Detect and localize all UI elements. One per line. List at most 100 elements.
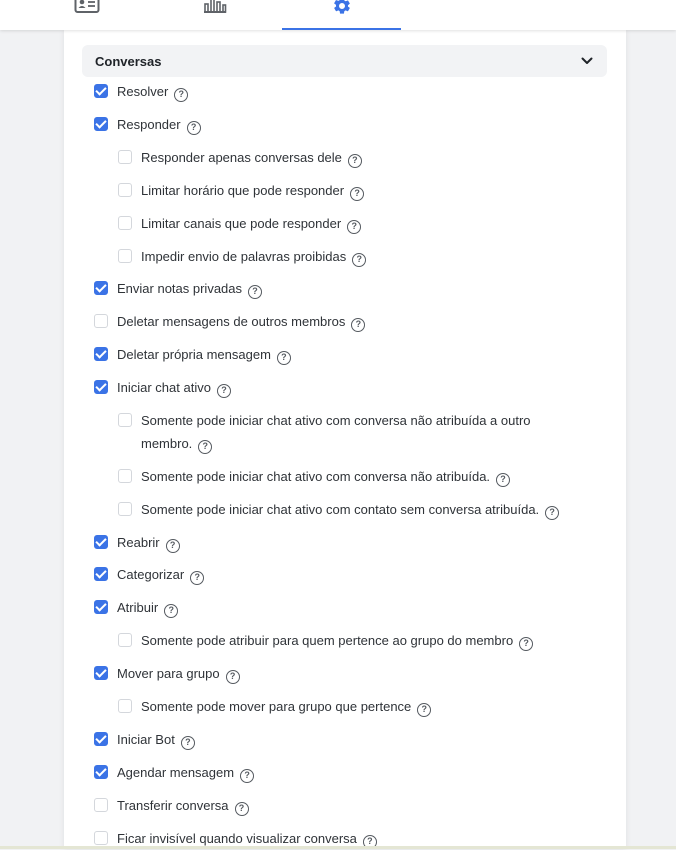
permission-row[interactable]: Deletar própria mensagem? [94,343,291,366]
help-icon[interactable]: ? [180,735,195,750]
permission-label-wrap: Limitar canais que pode responder? [141,212,362,235]
help-icon[interactable]: ? [225,669,240,684]
permission-checkbox[interactable] [94,84,108,98]
help-icon[interactable]: ? [417,702,432,717]
permission-checkbox[interactable] [118,633,132,647]
chevron-down-icon[interactable] [581,57,593,65]
permission-checkbox[interactable] [94,666,108,680]
settings-panel: Conversas Resolver? Responder? Responder a… [64,30,626,849]
permission-checkbox[interactable] [118,150,132,164]
permission-row[interactable]: Somente pode iniciar chat ativo com conv… [118,409,538,455]
help-icon[interactable]: ? [164,603,179,618]
help-icon[interactable]: ? [248,284,263,299]
permission-label-wrap: Impedir envio de palavras proibidas? [141,245,367,268]
permission-label-wrap: Atribuir? [117,596,179,619]
help-icon[interactable]: ? [186,120,201,135]
help-icon[interactable]: ? [545,505,560,520]
help-icon[interactable]: ? [234,801,249,816]
permission-label: Reabrir [117,535,160,550]
permission-checkbox[interactable] [94,314,108,328]
permission-checkbox[interactable] [94,732,108,746]
permission-label: Responder apenas conversas dele [141,150,342,165]
help-icon[interactable]: ? [190,570,205,585]
permission-row[interactable]: Mover para grupo? [94,662,240,685]
permission-row[interactable]: Iniciar Bot? [94,728,195,751]
permission-checkbox[interactable] [94,765,108,779]
permission-row[interactable]: Responder apenas conversas dele? [118,146,362,169]
permission-label: Resolver [117,84,169,99]
permission-checkbox[interactable] [118,183,132,197]
permission-checkbox[interactable] [118,502,132,516]
permission-checkbox[interactable] [94,600,108,614]
permission-label: Limitar horário que pode responder [141,183,345,198]
help-icon[interactable]: ? [240,768,255,783]
permission-label: Impedir envio de palavras proibidas [141,249,347,264]
tab-contact[interactable] [27,0,146,30]
permission-label-wrap: Iniciar Bot? [117,728,195,751]
permission-label: Responder [117,117,181,132]
permission-label-wrap: Reabrir? [117,531,180,554]
help-icon[interactable]: ? [496,472,511,487]
permission-checkbox[interactable] [118,469,132,483]
permission-label: Categorizar [117,567,185,582]
permission-label: Atribuir [117,600,159,615]
permission-row[interactable]: Iniciar chat ativo? [94,376,231,399]
permission-row[interactable]: Impedir envio de palavras proibidas? [118,245,367,268]
permission-row[interactable]: Limitar canais que pode responder? [118,212,362,235]
help-icon[interactable]: ? [276,350,291,365]
section-header-conversas[interactable]: Conversas [82,45,607,77]
permission-checkbox[interactable] [94,798,108,812]
help-icon[interactable]: ? [165,538,180,553]
permission-checkbox[interactable] [94,535,108,549]
top-tab-bar [0,0,676,30]
permission-label-wrap: Deletar própria mensagem? [117,343,291,366]
gear-icon [333,0,350,14]
help-icon[interactable]: ? [198,439,213,454]
permission-row[interactable]: Somente pode iniciar chat ativo com conv… [118,465,511,488]
tab-settings[interactable] [282,0,401,30]
permission-label-wrap: Somente pode iniciar chat ativo com conv… [141,409,538,455]
help-icon[interactable]: ? [347,219,362,234]
permission-row[interactable]: Transferir conversa? [94,794,249,817]
permission-checkbox[interactable] [118,699,132,713]
help-icon[interactable]: ? [519,636,534,651]
permission-row[interactable]: Reabrir? [94,531,180,554]
permission-checkbox[interactable] [94,380,108,394]
permission-label-wrap: Somente pode iniciar chat ativo com conv… [141,465,511,488]
permission-checkbox[interactable] [94,831,108,845]
permission-row[interactable]: Somente pode iniciar chat ativo com cont… [118,498,560,521]
permission-label-wrap: Iniciar chat ativo? [117,376,231,399]
help-icon[interactable]: ? [174,87,189,102]
help-icon[interactable]: ? [216,383,231,398]
permission-row[interactable]: Atribuir? [94,596,179,619]
permission-row[interactable]: Agendar mensagem? [94,761,255,784]
permission-checkbox[interactable] [94,347,108,361]
tab-stats[interactable] [155,0,274,30]
help-icon[interactable]: ? [347,153,362,168]
permission-checkbox[interactable] [118,413,132,427]
permission-checkbox[interactable] [94,281,108,295]
permission-row[interactable]: Limitar horário que pode responder? [118,179,365,202]
permission-label-wrap: Resolver? [117,80,189,103]
permission-row[interactable]: Resolver? [94,80,189,103]
permission-row[interactable]: Categorizar? [94,563,205,586]
contact-card-icon [74,0,99,13]
permission-row[interactable]: Somente pode atribuir para quem pertence… [118,629,534,652]
permission-row[interactable]: Somente pode mover para grupo que perten… [118,695,432,718]
permission-label: Somente pode iniciar chat ativo com conv… [141,469,491,484]
section-title: Conversas [95,53,162,69]
permission-checkbox[interactable] [118,216,132,230]
permission-label: Deletar própria mensagem [117,347,271,362]
permission-checkbox[interactable] [94,117,108,131]
permission-label: Limitar canais que pode responder [141,216,342,231]
permission-checkbox[interactable] [94,567,108,581]
permission-checkbox[interactable] [118,249,132,263]
help-icon[interactable]: ? [352,252,367,267]
permission-row[interactable]: Enviar notas privadas? [94,277,263,300]
permission-label-wrap: Transferir conversa? [117,794,249,817]
permission-row[interactable]: Responder? [94,113,201,136]
permission-row[interactable]: Deletar mensagens de outros membros? [94,310,366,333]
help-icon[interactable]: ? [350,186,365,201]
help-icon[interactable]: ? [351,317,366,332]
permission-label: Enviar notas privadas [117,281,243,296]
